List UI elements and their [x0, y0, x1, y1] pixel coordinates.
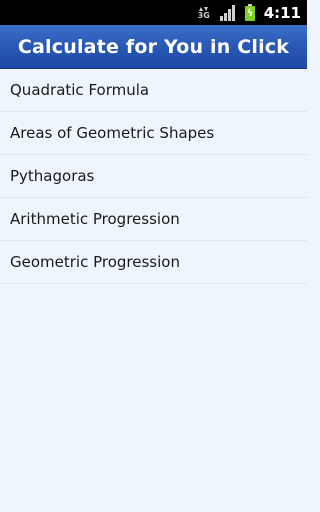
- signal-bar: [231, 4, 235, 21]
- app-title: Calculate for You in Click: [17, 35, 290, 58]
- network-type-label: 3G: [197, 11, 210, 20]
- menu-item-areas-of-geometric-shapes[interactable]: Areas of Geometric Shapes: [0, 112, 307, 155]
- signal-bar: [223, 12, 227, 21]
- signal-bar: [219, 15, 223, 21]
- data-activity-icon: 3G: [198, 4, 210, 22]
- menu-item-pythagoras[interactable]: Pythagoras: [0, 155, 307, 198]
- signal-strength-icon: [219, 4, 236, 21]
- menu-item-arithmetic-progression[interactable]: Arithmetic Progression: [0, 198, 307, 241]
- app-header: Calculate for You in Click: [0, 25, 307, 69]
- calculator-menu-list: Quadratic Formula Areas of Geometric Sha…: [0, 69, 307, 284]
- status-clock: 4:11: [263, 3, 301, 22]
- charging-bolt-icon: ϟ: [246, 8, 254, 19]
- battery-charging-icon: ϟ: [244, 4, 255, 21]
- menu-item-geometric-progression[interactable]: Geometric Progression: [0, 241, 307, 284]
- status-bar: 3G ϟ 4:11: [0, 0, 307, 25]
- signal-bar: [227, 8, 231, 21]
- menu-item-quadratic-formula[interactable]: Quadratic Formula: [0, 69, 307, 112]
